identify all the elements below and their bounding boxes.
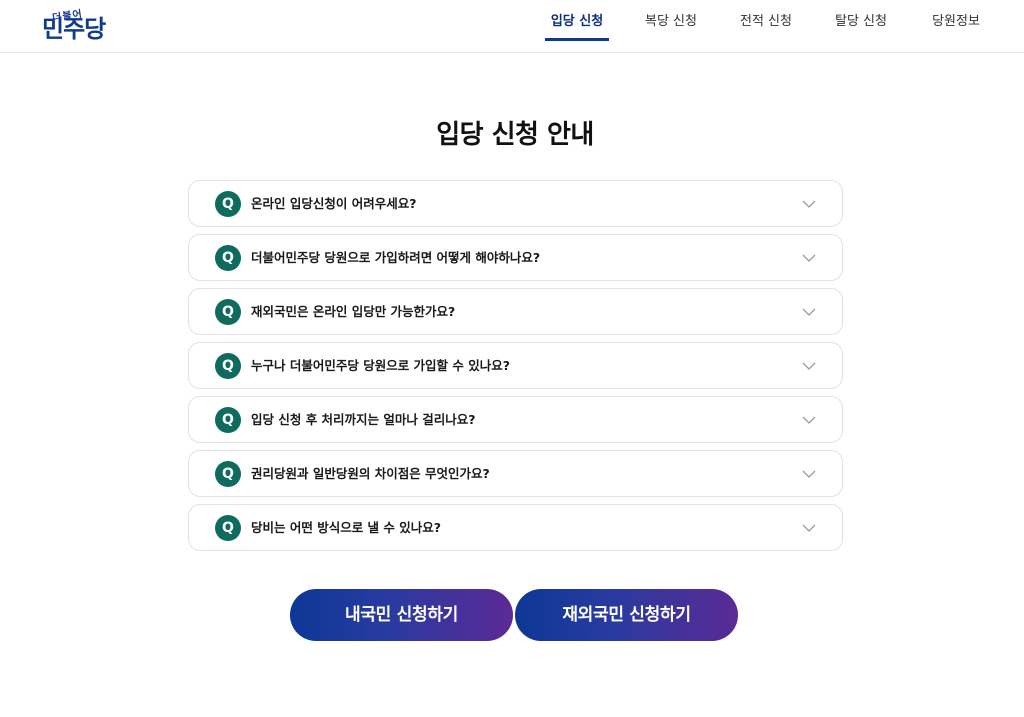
chevron-down-icon[interactable] xyxy=(802,467,816,481)
faq-item[interactable]: Q 온라인 입당신청이 어려우세요? xyxy=(188,180,843,227)
nav-item-join[interactable]: 입당 신청 xyxy=(545,0,609,53)
faq-item[interactable]: Q 권리당원과 일반당원의 차이점은 무엇인가요? xyxy=(188,450,843,497)
nav-item-member-info[interactable]: 당원정보 xyxy=(924,0,988,53)
nav-item-rejoin[interactable]: 복당 신청 xyxy=(639,0,703,53)
q-badge-icon: Q xyxy=(215,191,241,217)
faq-item[interactable]: Q 당비는 어떤 방식으로 낼 수 있나요? xyxy=(188,504,843,551)
faq-question: 권리당원과 일반당원의 차이점은 무엇인가요? xyxy=(251,466,490,481)
chevron-down-icon[interactable] xyxy=(802,251,816,265)
logo-main-text: 민주당 xyxy=(42,15,106,43)
faq-question: 입당 신청 후 처리까지는 얼마나 걸리나요? xyxy=(251,412,476,427)
nav-item-withdraw[interactable]: 탈당 신청 xyxy=(829,0,893,53)
faq-question: 당비는 어떤 방식으로 낼 수 있나요? xyxy=(251,520,442,535)
q-badge-icon: Q xyxy=(215,353,241,379)
chevron-down-icon[interactable] xyxy=(802,413,816,427)
faq-item[interactable]: Q 재외국민은 온라인 입당만 가능한가요? xyxy=(188,288,843,335)
q-badge-icon: Q xyxy=(215,515,241,541)
faq-question: 온라인 입당신청이 어려우세요? xyxy=(251,196,417,211)
overseas-apply-button[interactable]: 재외국민 신청하기 xyxy=(515,589,738,641)
party-logo[interactable]: 더불어 민주당 xyxy=(42,8,122,44)
faq-list: Q 온라인 입당신청이 어려우세요? Q 더불어민주당 당원으로 가입하려면 어… xyxy=(188,180,843,558)
site-header: 더불어 민주당 입당 신청 복당 신청 전적 신청 탈당 신청 당원정보 xyxy=(0,0,1024,53)
nav-item-transfer[interactable]: 전적 신청 xyxy=(734,0,798,53)
domestic-apply-button[interactable]: 내국민 신청하기 xyxy=(290,589,513,641)
faq-item[interactable]: Q 누구나 더불어민주당 당원으로 가입할 수 있나요? xyxy=(188,342,843,389)
chevron-down-icon[interactable] xyxy=(802,197,816,211)
faq-question: 누구나 더불어민주당 당원으로 가입할 수 있나요? xyxy=(251,358,511,373)
chevron-down-icon[interactable] xyxy=(802,305,816,319)
q-badge-icon: Q xyxy=(215,299,241,325)
faq-item[interactable]: Q 입당 신청 후 처리까지는 얼마나 걸리나요? xyxy=(188,396,843,443)
faq-question: 재외국민은 온라인 입당만 가능한가요? xyxy=(251,304,456,319)
page-title: 입당 신청 안내 xyxy=(436,120,594,150)
faq-question: 더불어민주당 당원으로 가입하려면 어떻게 해야하나요? xyxy=(251,250,541,265)
faq-item[interactable]: Q 더불어민주당 당원으로 가입하려면 어떻게 해야하나요? xyxy=(188,234,843,281)
chevron-down-icon[interactable] xyxy=(802,359,816,373)
q-badge-icon: Q xyxy=(215,461,241,487)
q-badge-icon: Q xyxy=(215,245,241,271)
chevron-down-icon[interactable] xyxy=(802,521,816,535)
q-badge-icon: Q xyxy=(215,407,241,433)
